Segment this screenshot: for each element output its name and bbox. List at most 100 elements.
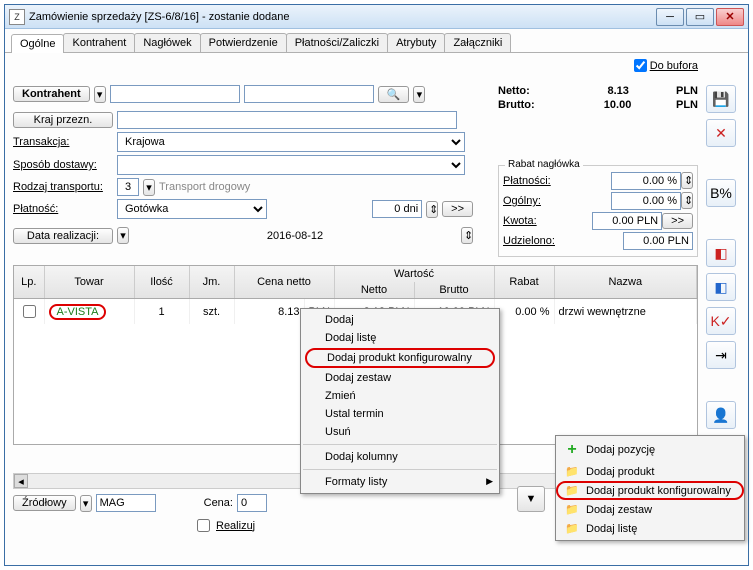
kv-icon[interactable]: K✓ <box>706 307 736 335</box>
kontrahent-button[interactable]: Kontrahent <box>13 86 90 102</box>
ctx-formaty-listy[interactable]: Formaty listy <box>301 473 499 491</box>
brutto-currency: PLN <box>668 99 698 111</box>
titlebar[interactable]: Z Zamówienie sprzedaży [ZS-6/8/16] - zos… <box>5 5 748 29</box>
tab-potwierdzenie[interactable]: Potwierdzenie <box>200 33 287 52</box>
ctx-dodaj-produkt-konfig[interactable]: Dodaj produkt konfigurowalny <box>305 348 495 368</box>
rodzaj-label: Rodzaj transportu: <box>13 181 113 193</box>
kontrahent-dd[interactable]: ▾ <box>94 86 106 103</box>
do-bufora-checkbox[interactable] <box>634 59 647 72</box>
tab-ogolne[interactable]: Ogólne <box>11 34 64 53</box>
row-rabat: 0.00 % <box>494 299 554 324</box>
minimize-button[interactable]: ─ <box>656 8 684 26</box>
row-ilosc: 1 <box>134 299 189 324</box>
sub-dodaj-pozycje[interactable]: + Dodaj pozycję <box>556 438 744 462</box>
zrodlowy-button[interactable]: Źródłowy <box>13 495 76 511</box>
col-cena[interactable]: Cena netto <box>234 266 334 298</box>
do-bufora-label: Do bufora <box>650 60 698 72</box>
col-towar[interactable]: Towar <box>44 266 134 298</box>
rec-red-icon[interactable]: ◧ <box>706 239 736 267</box>
kontrahent-search-button[interactable]: 🔍 <box>378 86 410 103</box>
percent-icon[interactable]: B% <box>706 179 736 207</box>
ctx-dodaj-zestaw[interactable]: Dodaj zestaw <box>301 369 499 387</box>
rabat-kwota-next[interactable]: >> <box>662 213 693 229</box>
realizuj-label: Realizuj <box>216 520 255 532</box>
col-lp[interactable]: Lp. <box>14 266 44 298</box>
mag-input[interactable] <box>96 494 156 512</box>
col-ilosc[interactable]: Ilość <box>134 266 189 298</box>
rec-blue-icon[interactable]: ◧ <box>706 273 736 301</box>
col-nazwa[interactable]: Nazwa <box>554 266 697 298</box>
col-rabat[interactable]: Rabat <box>494 266 554 298</box>
data-realizacji-button[interactable]: Data realizacji: <box>13 228 113 244</box>
rabat-kwota-input[interactable] <box>592 212 662 230</box>
cena-input[interactable] <box>237 494 267 512</box>
rabat-legend: Rabat nagłówka <box>505 159 583 170</box>
tab-platnosci[interactable]: Płatności/Zaliczki <box>286 33 388 52</box>
rodzaj-dd[interactable]: ▾ <box>143 179 155 196</box>
dni-spin[interactable]: ⇕ <box>426 201 438 218</box>
sub-dodaj-produkt-konfig[interactable]: 📁 Dodaj produkt konfigurowalny <box>556 481 744 500</box>
col-wartosc[interactable]: Wartość <box>334 266 494 282</box>
col-jm[interactable]: Jm. <box>189 266 234 298</box>
rabat-platnosci-spin[interactable]: ⇕ <box>681 172 693 189</box>
summary-box: Netto: 8.13 PLN Brutto: 10.00 PLN <box>498 85 698 113</box>
context-menu[interactable]: Dodaj Dodaj listę Dodaj produkt konfigur… <box>300 308 500 494</box>
row-checkbox[interactable] <box>23 305 36 318</box>
kraj-input[interactable] <box>117 111 457 129</box>
rabat-ogolny-spin[interactable]: ⇕ <box>681 192 693 209</box>
transakcja-select[interactable]: Krajowa <box>117 132 465 152</box>
folder-icon: 📁 <box>564 484 580 497</box>
ctx-dodaj-liste[interactable]: Dodaj listę <box>301 329 499 347</box>
sub-dodaj-zestaw[interactable]: 📁 Dodaj zestaw <box>556 500 744 519</box>
dni-next-button[interactable]: >> <box>442 201 473 217</box>
sub-dodaj-produkt[interactable]: 📁 Dodaj produkt <box>556 462 744 481</box>
tab-naglowek[interactable]: Nagłówek <box>134 33 200 52</box>
maximize-button[interactable]: ▭ <box>686 8 714 26</box>
rabat-ogolny-label: Ogólny: <box>503 195 541 207</box>
col-brutto[interactable]: Brutto <box>414 282 494 298</box>
zrodlowy-dd[interactable]: ▾ <box>80 495 92 512</box>
sposob-select[interactable] <box>117 155 465 175</box>
rabat-platnosci-label: Płatności: <box>503 175 551 187</box>
folder-icon: 📁 <box>564 522 580 535</box>
close-button[interactable]: ✕ <box>716 8 744 26</box>
brutto-value: 10.00 <box>571 99 631 111</box>
user-icon[interactable]: 👤 <box>706 401 736 429</box>
data-realizacji-dd[interactable]: ▾ <box>117 227 129 244</box>
tab-strip: Ogólne Kontrahent Nagłówek Potwierdzenie… <box>5 29 748 53</box>
ctx-ustal-termin[interactable]: Ustal termin <box>301 405 499 423</box>
sub-dodaj-liste[interactable]: 📁 Dodaj listę <box>556 519 744 538</box>
transakcja-label: Transakcja: <box>13 136 113 148</box>
ctx-dodaj-kolumny[interactable]: Dodaj kolumny <box>301 448 499 466</box>
tab-zalaczniki[interactable]: Załączniki <box>444 33 511 52</box>
col-netto[interactable]: Netto <box>334 282 414 298</box>
ctx-usun[interactable]: Usuń <box>301 423 499 441</box>
add-submenu[interactable]: + Dodaj pozycję 📁 Dodaj produkt 📁 Dodaj … <box>555 435 745 541</box>
ctx-dodaj[interactable]: Dodaj <box>301 311 499 329</box>
ctx-zmien[interactable]: Zmień <box>301 387 499 405</box>
save-icon[interactable]: 💾 <box>706 85 736 113</box>
rabat-platnosci-input[interactable] <box>611 172 681 190</box>
rabat-udzielono-label: Udzielono: <box>503 235 555 247</box>
platnosc-select[interactable]: Gotówka <box>117 199 267 219</box>
kontrahent-name-input[interactable] <box>244 85 374 103</box>
dni-input[interactable] <box>372 200 422 218</box>
realizuj-checkbox[interactable] <box>197 519 210 532</box>
netto-value: 8.13 <box>569 85 629 97</box>
netto-label: Netto: <box>498 85 530 97</box>
data-realizacji-spin[interactable]: ⇕ <box>461 227 473 244</box>
folder-icon: 📁 <box>564 465 580 478</box>
tab-atrybuty[interactable]: Atrybuty <box>387 33 445 52</box>
cena-label: Cena: <box>204 497 233 509</box>
rabat-kwota-label: Kwota: <box>503 215 537 227</box>
filter-icon[interactable]: ▼ <box>517 486 545 512</box>
assign-icon[interactable]: ⇥ <box>706 341 736 369</box>
kraj-button[interactable]: Kraj przezn. <box>13 112 113 128</box>
tab-kontrahent[interactable]: Kontrahent <box>63 33 135 52</box>
kontrahent-search-dd[interactable]: ▾ <box>413 86 425 103</box>
rodzaj-input[interactable] <box>117 178 139 196</box>
cancel-icon[interactable]: ✕ <box>706 119 736 147</box>
kontrahent-code-input[interactable] <box>110 85 240 103</box>
rabat-ogolny-input[interactable] <box>611 192 681 210</box>
sposob-label: Sposób dostawy: <box>13 159 113 171</box>
